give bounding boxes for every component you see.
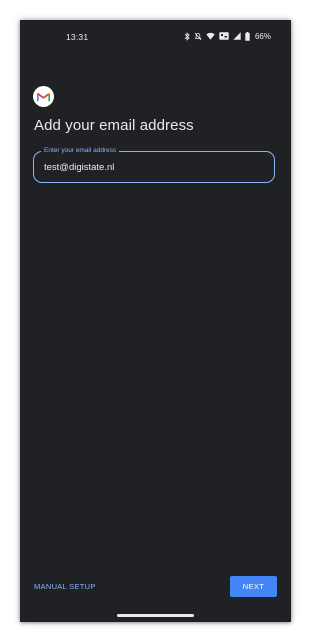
phone-screen: 13:31 66% Add your email address Enter y… (20, 20, 291, 622)
status-time: 13:31 (66, 32, 89, 42)
battery-icon (245, 31, 250, 41)
page-title: Add your email address (34, 117, 194, 134)
wifi-icon (206, 32, 215, 40)
navigation-gesture-handle[interactable] (117, 614, 194, 617)
status-bar: 13:31 66% (20, 20, 291, 54)
email-field[interactable]: Enter your email address test@digistate.… (33, 146, 275, 183)
gmail-logo (33, 86, 54, 107)
bluetooth-icon (184, 31, 190, 41)
manual-setup-button[interactable]: MANUAL SETUP (34, 582, 96, 591)
email-input-value[interactable]: test@digistate.nl (44, 162, 114, 174)
do-not-disturb-icon (194, 32, 202, 41)
signal-icon (233, 32, 241, 40)
volte-icon (219, 32, 229, 40)
next-button[interactable]: NEXT (230, 576, 277, 597)
email-field-label: Enter your email address (41, 146, 120, 156)
battery-percentage: 66% (254, 31, 271, 41)
status-icons: 66% (184, 31, 271, 41)
